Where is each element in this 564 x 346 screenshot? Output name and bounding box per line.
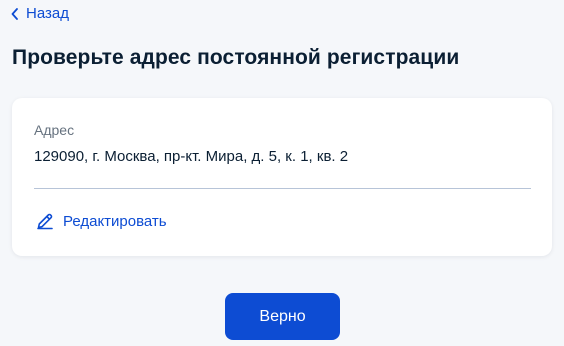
pencil-icon	[36, 212, 54, 230]
page-title: Проверьте адрес постоянной регистрации	[12, 46, 460, 69]
edit-link-label: Редактировать	[63, 212, 167, 230]
confirm-button[interactable]: Верно	[225, 293, 340, 340]
back-link-label: Назад	[26, 5, 69, 22]
edit-address-link[interactable]: Редактировать	[36, 212, 167, 230]
chevron-left-icon	[10, 7, 20, 21]
address-divider	[34, 188, 531, 189]
address-value: 129090, г. Москва, пр-кт. Мира, д. 5, к.…	[34, 148, 349, 165]
back-link[interactable]: Назад	[10, 5, 69, 22]
address-card: Адрес 129090, г. Москва, пр-кт. Мира, д.…	[12, 98, 552, 256]
address-label: Адрес	[34, 122, 75, 138]
